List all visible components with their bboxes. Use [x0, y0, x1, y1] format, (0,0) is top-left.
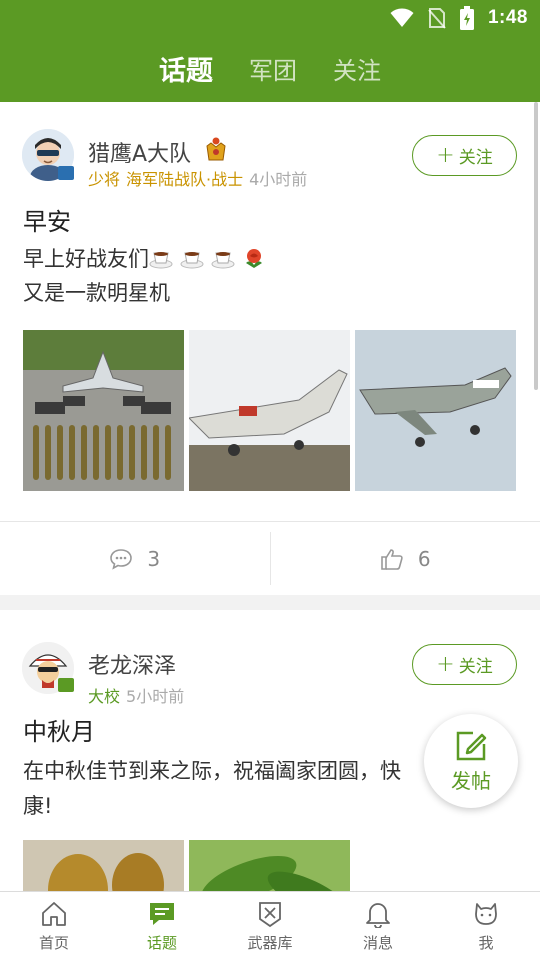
coffee-icon: [149, 252, 173, 269]
edit-icon: [456, 731, 487, 760]
home-icon: [42, 901, 66, 926]
nav-label: 武器库: [247, 933, 293, 952]
bottom-nav: 首页 话题 武器库 消息 我: [0, 891, 540, 960]
post-body-line[interactable]: 康!: [23, 790, 52, 820]
nav-topics[interactable]: 话题: [108, 892, 216, 960]
post-actions: 3 6: [0, 522, 540, 595]
nav-arsenal[interactable]: 武器库: [216, 892, 324, 960]
no-sim-icon: [428, 8, 446, 29]
post-time: 5小时前: [126, 687, 185, 706]
comment-icon: [110, 548, 133, 570]
nav-label: 我: [478, 933, 494, 952]
author-name[interactable]: 猎鹰A大队: [88, 136, 191, 168]
nav-label: 消息: [362, 933, 393, 952]
post-title[interactable]: 中秋月: [23, 712, 95, 747]
comment-button[interactable]: 3: [0, 522, 270, 595]
post-image[interactable]: [355, 330, 516, 491]
battery-icon: [459, 6, 474, 30]
rank-label: 大校: [88, 687, 121, 706]
unit-label: 海军陆战队·战士: [126, 170, 244, 189]
follow-label: 关注: [458, 657, 493, 677]
tab-following[interactable]: 关注: [333, 51, 381, 86]
profile-icon: [475, 902, 497, 925]
rank-badge: [58, 678, 74, 692]
new-post-button[interactable]: 发帖: [424, 714, 518, 808]
post-images: [23, 330, 516, 491]
author-name[interactable]: 老龙深泽: [88, 648, 176, 680]
nav-messages[interactable]: 消息: [324, 892, 432, 960]
rank-label: 少将: [88, 170, 121, 189]
rank-badge: [58, 166, 74, 180]
post-body-line: 又是一款明星机: [23, 281, 170, 305]
post-image[interactable]: [23, 840, 184, 891]
like-count: 6: [417, 546, 431, 571]
plus-icon: +: [436, 651, 455, 677]
follow-button[interactable]: + 关注: [412, 135, 517, 176]
thumbs-up-icon: [381, 548, 403, 570]
like-button[interactable]: 6: [271, 522, 540, 595]
new-post-label: 发帖: [451, 768, 491, 793]
nav-label: 话题: [146, 933, 177, 952]
post-card[interactable]: 猎鹰A大队 少将 海军陆战队·战士 4小时前 + 关注 早安 早上好战友们 又是…: [0, 102, 540, 595]
post-image[interactable]: [23, 330, 184, 491]
top-tabs: 话题 军团 关注: [0, 40, 540, 96]
coffee-icon: [180, 252, 204, 269]
nav-me[interactable]: 我: [432, 892, 540, 960]
author-meta: 少将 海军陆战队·战士 4小时前: [88, 166, 307, 190]
rose-icon: [246, 249, 262, 268]
post-images: [23, 840, 350, 891]
post-body[interactable]: 在中秋佳节到来之际，祝福阖家团圆，快: [23, 754, 443, 788]
author-meta: 大校 5小时前: [88, 683, 184, 707]
tab-topics[interactable]: 话题: [159, 49, 213, 88]
status-bar: 1:48: [390, 0, 540, 36]
medal-icon: [206, 137, 226, 161]
comment-count: 3: [147, 546, 161, 571]
coffee-icon: [211, 252, 235, 269]
plus-icon: +: [436, 142, 455, 168]
topic-icon: [150, 902, 174, 925]
post-image[interactable]: [189, 330, 350, 491]
follow-label: 关注: [458, 148, 493, 168]
wifi-icon: [390, 8, 414, 27]
post-body[interactable]: 早上好战友们 又是一款明星机: [23, 242, 517, 310]
tab-legion[interactable]: 军团: [249, 51, 297, 86]
post-time: 4小时前: [249, 170, 308, 189]
top-bar: 1:48 话题 军团 关注: [0, 0, 540, 102]
nav-home[interactable]: 首页: [0, 892, 108, 960]
bell-icon: [366, 902, 390, 928]
post-title[interactable]: 早安: [23, 202, 71, 237]
status-time: 1:48: [487, 7, 528, 28]
scrollbar[interactable]: [534, 102, 538, 390]
post-body-line: 早上好战友们: [23, 247, 149, 271]
nav-label: 首页: [38, 933, 69, 952]
post-image[interactable]: [189, 840, 350, 891]
follow-button[interactable]: + 关注: [412, 644, 517, 685]
arsenal-icon: [259, 901, 281, 927]
